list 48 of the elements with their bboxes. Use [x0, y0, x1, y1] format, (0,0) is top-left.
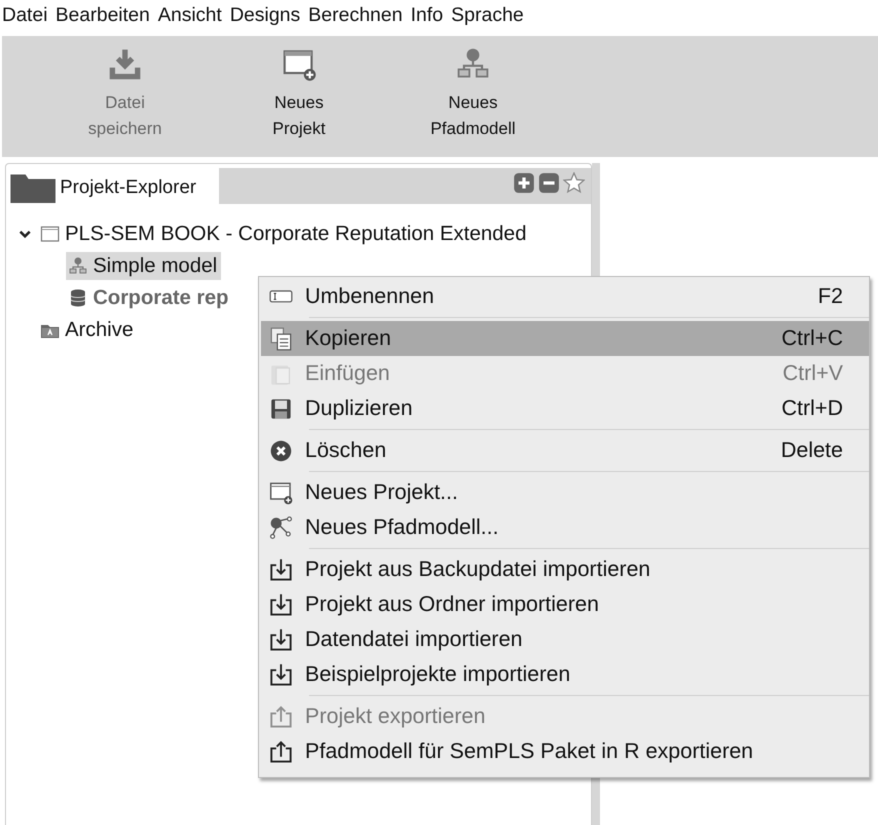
import-icon — [269, 628, 293, 652]
window-icon — [269, 480, 293, 504]
menu-item[interactable]: Projekt aus Ordner importieren — [261, 587, 869, 622]
tree-item[interactable]: Archive — [38, 316, 138, 344]
toolbar-button[interactable]: Neues Pfadmodell — [386, 46, 560, 157]
menu-item[interactable]: Löschen Delete — [261, 433, 869, 468]
shortcut-label: Ctrl+C — [781, 326, 843, 351]
copy-icon — [269, 326, 293, 350]
shortcut-label: Ctrl+D — [781, 396, 843, 421]
shortcut-label: Delete — [780, 438, 843, 463]
toolbar-button[interactable]: Neues Projekt — [212, 46, 386, 157]
tree-item[interactable]: Corporate rep — [66, 284, 233, 312]
menu-item[interactable]: Projekt aus Backupdatei importieren — [261, 552, 869, 587]
menu-item[interactable]: Berechnen — [307, 4, 404, 32]
path-model-icon — [269, 516, 293, 540]
path-model-icon — [68, 256, 88, 276]
collapse-all-icon[interactable] — [538, 172, 560, 194]
menu-item[interactable]: Datei — [1, 4, 49, 32]
expand-all-icon[interactable] — [513, 172, 535, 194]
tree-item[interactable]: Simple model — [66, 252, 222, 280]
menu-item[interactable]: Umbenennen F2 — [261, 279, 869, 314]
menu-item[interactable]: Neues Pfadmodell... — [261, 510, 869, 545]
shortcut-label: Ctrl+V — [782, 361, 843, 386]
menu-item[interactable]: Duplizieren Ctrl+D — [261, 391, 869, 426]
menu-item[interactable]: Pfadmodell für SemPLS Paket in R exportieren — [261, 734, 869, 769]
import-icon — [269, 592, 293, 616]
menu-item[interactable]: Datendatei importieren — [261, 622, 869, 657]
window-icon — [40, 224, 60, 244]
export-icon — [269, 704, 293, 728]
export-icon — [269, 740, 293, 764]
folder-icon — [10, 173, 56, 203]
database-icon — [68, 288, 88, 308]
floppy-icon — [269, 396, 293, 420]
menu-item[interactable]: Bearbeiten — [54, 4, 151, 32]
tab-label: Projekt-Explorer — [60, 177, 196, 199]
menu-item[interactable]: Neues Projekt... — [261, 475, 869, 510]
menu-item[interactable]: Sprache — [450, 4, 525, 32]
menu-item[interactable]: Designs — [228, 4, 302, 32]
menu-item[interactable]: Info — [410, 4, 444, 32]
star-icon[interactable] — [563, 172, 585, 194]
shortcut-label: F2 — [818, 284, 843, 309]
menu-item[interactable]: Kopieren Ctrl+C — [261, 321, 869, 356]
import-icon — [269, 558, 293, 582]
import-icon — [269, 662, 293, 686]
menu-item[interactable]: Ansicht — [156, 4, 223, 32]
tree-item[interactable]: PLS-SEM BOOK - Corporate Reputation Extended — [38, 220, 530, 248]
delete-icon — [269, 438, 293, 462]
menu-item[interactable]: Beispielprojekte importieren — [261, 657, 869, 692]
